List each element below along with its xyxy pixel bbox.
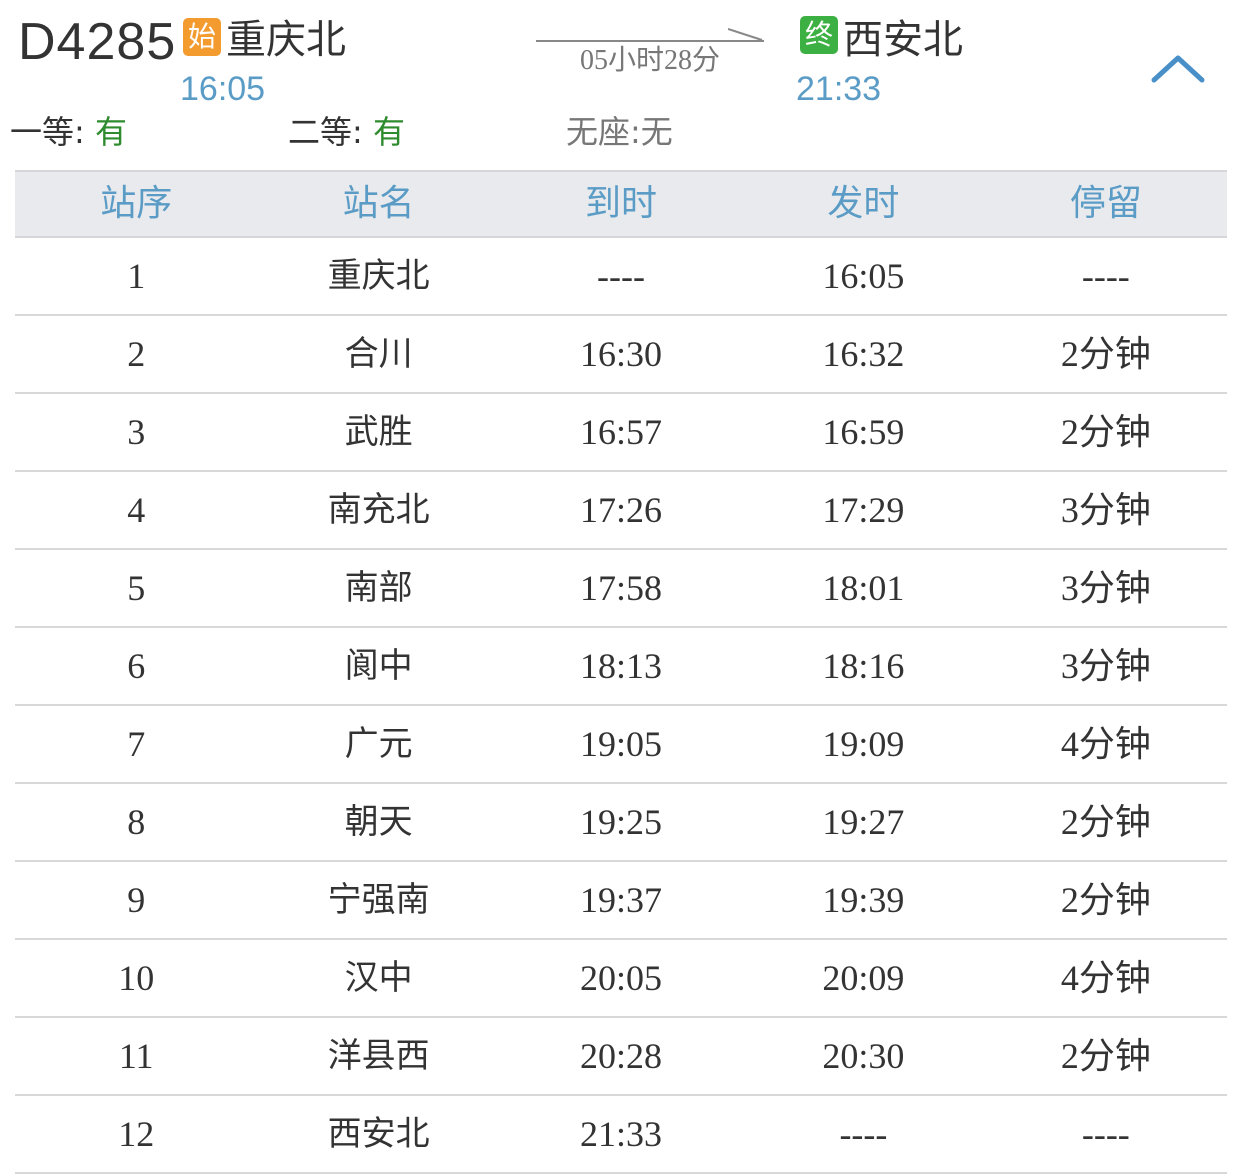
cell-station-name: 宁强南 (327, 880, 430, 920)
cell-station-name: 洋县西 (327, 1036, 430, 1076)
header-stop-order: 站序 (100, 183, 173, 224)
table-row: 6 阆中 18:13 18:16 3分钟 (15, 628, 1227, 706)
first-class-label: 一等 (10, 113, 75, 151)
arrival-time: 21:33 (796, 70, 882, 108)
cell-station-name: 南充北 (327, 490, 430, 530)
cell-station-name: 西安北 (327, 1114, 430, 1154)
cell-station-name: 合川 (344, 334, 413, 374)
cell-arrival-time: 17:26 (580, 490, 663, 530)
cell-departure-time: 19:27 (822, 802, 905, 842)
header-station-name: 站名 (342, 183, 415, 224)
cell-arrival-time: 16:57 (580, 412, 663, 452)
cell-departure-time: 16:05 (822, 256, 905, 296)
departure-station: 重庆北 (226, 17, 346, 63)
table-row: 7 广元 19:05 19:09 4分钟 (15, 706, 1227, 784)
cell-arrival-time: 21:33 (580, 1114, 663, 1154)
cell-stop-duration: ---- (1081, 1114, 1130, 1154)
cell-arrival-time: 19:37 (580, 880, 663, 920)
cell-stop-duration: 2分钟 (1060, 802, 1151, 842)
chevron-up-icon[interactable] (1150, 50, 1206, 86)
arrow-right-icon (728, 28, 763, 41)
cell-departure-time: 17:29 (822, 490, 905, 530)
cell-station-name: 南部 (344, 568, 413, 608)
second-class-availability: 二等: 有 (288, 113, 405, 151)
header-stop-duration: 停留 (1069, 183, 1142, 224)
cell-stop-order: 10 (118, 958, 155, 998)
cell-departure-time: 19:09 (822, 724, 905, 764)
cell-station-name: 朝天 (344, 802, 413, 842)
table-body: 1 重庆北 ---- 16:05 ---- 2 合川 16:30 16:32 2分钟 3 武胜 16:5… (15, 238, 1227, 1174)
cell-stop-order: 7 (127, 724, 146, 764)
table-row: 4 南充北 17:26 17:29 3分钟 (15, 472, 1227, 550)
cell-station-name: 武胜 (344, 412, 413, 452)
second-class-label: 二等 (288, 113, 353, 151)
cell-stop-order: 4 (127, 490, 146, 530)
end-station-badge: 终 (800, 16, 838, 54)
cell-stop-duration: 2分钟 (1060, 334, 1151, 374)
train-number: D4285 (18, 13, 177, 71)
table-row: 5 南部 17:58 18:01 3分钟 (15, 550, 1227, 628)
cell-stop-duration: 4分钟 (1060, 724, 1151, 764)
cell-departure-time: ---- (839, 1114, 888, 1154)
cell-stop-order: 12 (118, 1114, 155, 1154)
header-arrival-time: 到时 (585, 183, 658, 224)
cell-departure-time: 18:01 (822, 568, 905, 608)
start-station-badge: 始 (183, 18, 221, 56)
cell-stop-duration: 4分钟 (1060, 958, 1151, 998)
cell-departure-time: 16:32 (822, 334, 905, 374)
table-row: 8 朝天 19:25 19:27 2分钟 (15, 784, 1227, 862)
table-row: 10 汉中 20:05 20:09 4分钟 (15, 940, 1227, 1018)
table-row: 12 西安北 21:33 ---- ---- (15, 1096, 1227, 1174)
second-class-value: 有 (372, 113, 405, 151)
header-departure-time: 发时 (827, 183, 900, 224)
cell-stop-order: 2 (127, 334, 146, 374)
cell-departure-time: 20:30 (822, 1036, 905, 1076)
cell-arrival-time: 17:58 (580, 568, 663, 608)
cell-arrival-time: ---- (597, 256, 645, 296)
arrival-station: 西安北 (843, 17, 963, 63)
cell-arrival-time: 19:05 (580, 724, 663, 764)
first-class-value: 有 (94, 113, 127, 151)
cell-stop-duration: ---- (1081, 256, 1130, 296)
cell-station-name: 阆中 (344, 646, 413, 686)
cell-stop-duration: 3分钟 (1060, 646, 1151, 686)
table-row: 3 武胜 16:57 16:59 2分钟 (15, 394, 1227, 472)
cell-departure-time: 19:39 (822, 880, 905, 920)
cell-stop-duration: 3分钟 (1060, 490, 1151, 530)
cell-stop-order: 3 (127, 412, 146, 452)
cell-arrival-time: 18:13 (580, 646, 663, 686)
table-header: 站序 站名 到时 发时 停留 (15, 170, 1227, 238)
cell-station-name: 广元 (344, 724, 413, 764)
cell-stop-duration: 3分钟 (1060, 568, 1151, 608)
cell-stop-order: 1 (127, 256, 146, 296)
cell-arrival-time: 20:05 (580, 958, 663, 998)
cell-stop-duration: 2分钟 (1060, 880, 1151, 920)
cell-station-name: 汉中 (344, 958, 413, 998)
cell-stop-duration: 2分钟 (1060, 1036, 1151, 1076)
cell-stop-order: 11 (118, 1036, 154, 1076)
cell-departure-time: 18:16 (822, 646, 905, 686)
cell-arrival-time: 16:30 (580, 334, 663, 374)
cell-stop-order: 9 (127, 880, 146, 920)
first-class-availability: 一等: 有 (10, 113, 127, 151)
cell-arrival-time: 19:25 (580, 802, 663, 842)
no-seat-availability: 无座:无 (566, 113, 673, 151)
cell-stop-order: 5 (127, 568, 146, 608)
stops-table: 站序 站名 到时 发时 停留 1 重庆北 ---- 16:05 ---- 2 合川 16:30… (15, 170, 1227, 1174)
cell-stop-order: 6 (127, 646, 146, 686)
cell-stop-duration: 2分钟 (1060, 412, 1151, 452)
cell-station-name: 重庆北 (327, 256, 430, 296)
cell-departure-time: 20:09 (822, 958, 905, 998)
cell-departure-time: 16:59 (822, 412, 905, 452)
table-row: 11 洋县西 20:28 20:30 2分钟 (15, 1018, 1227, 1096)
table-row: 2 合川 16:30 16:32 2分钟 (15, 316, 1227, 394)
travel-duration: 05小时28分 (579, 45, 720, 76)
cell-stop-order: 8 (127, 802, 146, 842)
cell-arrival-time: 20:28 (580, 1036, 663, 1076)
table-row: 9 宁强南 19:37 19:39 2分钟 (15, 862, 1227, 940)
table-row: 1 重庆北 ---- 16:05 ---- (15, 238, 1227, 316)
departure-time: 16:05 (180, 70, 266, 108)
